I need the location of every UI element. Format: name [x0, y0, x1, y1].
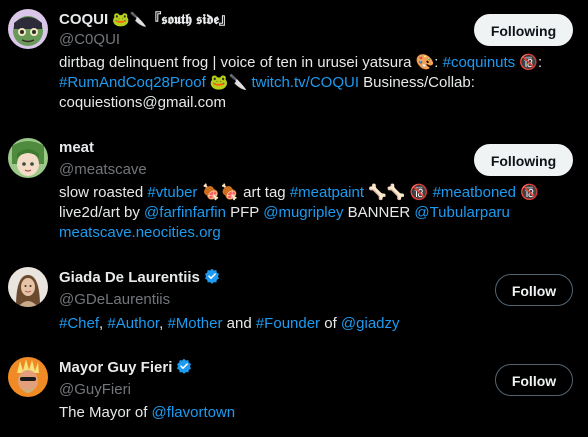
hashtag-link[interactable]: #Author [107, 315, 159, 332]
mention-link[interactable]: @farfinfarfin [144, 204, 226, 221]
hashtag-link[interactable]: #Mother [167, 315, 222, 332]
bio-text: 🐸🔪 [205, 74, 252, 91]
bio-text: BANNER [343, 204, 415, 221]
user-handle[interactable]: @C0QUI [59, 30, 120, 50]
bio-text: dirtbag delinquent frog | voice of ten i… [59, 54, 443, 71]
following-button[interactable]: Following [474, 144, 573, 176]
verified-badge-icon [204, 268, 219, 284]
bio-text: 🦴🦴 🔞 [364, 184, 433, 201]
hashtag-link[interactable]: #coquinuts [443, 54, 516, 71]
bio-text: and [222, 315, 256, 332]
avatar[interactable] [8, 9, 48, 49]
bio-text: of [320, 315, 341, 332]
user-cell[interactable]: COQUI 🐸🔪『𝖘𝖔𝖚𝖙𝖍 𝖘𝖎𝖉𝖊』 @C0QUI Following di… [0, 0, 588, 130]
user-bio: The Mayor of @flavortown [59, 403, 574, 423]
display-name[interactable]: COQUI 🐸🔪『𝖘𝖔𝖚𝖙𝖍 𝖘𝖎𝖉𝖊』 [59, 9, 233, 30]
url-link[interactable]: meatscave.neocities.org [59, 224, 221, 241]
user-cell[interactable]: Giada De Laurentiis @GDeLaurentiis Follo… [0, 255, 588, 345]
follow-button[interactable]: Follow [495, 364, 573, 396]
mention-link[interactable]: @flavortown [152, 404, 236, 421]
user-handle[interactable]: @GuyFieri [59, 380, 131, 400]
bio-text: slow roasted [59, 184, 148, 201]
user-bio: dirtbag delinquent frog | voice of ten i… [59, 53, 574, 113]
user-handle[interactable]: @GDeLaurentiis [59, 290, 170, 310]
hashtag-link[interactable]: #RumAndCoq28Proof [59, 74, 206, 91]
hashtag-link[interactable]: #vtuber [147, 184, 197, 201]
url-link[interactable]: twitch.tv/COQUI [251, 74, 359, 91]
bio-text: The Mayor of [59, 404, 152, 421]
display-name-suffix: 🐸🔪『𝖘𝖔𝖚𝖙𝖍 𝖘𝖎𝖉𝖊』 [112, 11, 233, 27]
following-button[interactable]: Following [474, 14, 573, 46]
verified-badge-icon [177, 358, 192, 374]
user-bio: #Chef, #Author, #Mother and #Founder of … [59, 314, 574, 334]
user-cell[interactable]: Mayor Guy Fieri @GuyFieri Follow The May… [0, 345, 588, 437]
avatar[interactable] [8, 138, 48, 178]
display-name-text: Mayor Guy Fieri [59, 359, 173, 376]
avatar[interactable] [8, 357, 48, 397]
avatar[interactable] [8, 267, 48, 307]
user-handle[interactable]: @meatscave [59, 160, 147, 180]
display-name[interactable]: Mayor Guy Fieri [59, 358, 192, 378]
display-name[interactable]: meat [59, 138, 94, 158]
display-name-text: COQUI [59, 11, 109, 28]
display-name[interactable]: Giada De Laurentiis [59, 268, 220, 288]
user-cell[interactable]: meat @meatscave Following slow roasted #… [0, 130, 588, 245]
bio-text: PFP [225, 204, 264, 221]
user-bio: slow roasted #vtuber 🍖🍖 art tag #meatpai… [59, 183, 574, 243]
mention-link[interactable]: @giadzy [341, 315, 400, 332]
hashtag-link[interactable]: #meatboned [433, 184, 516, 201]
mention-link[interactable]: @mugripley [263, 204, 343, 221]
display-name-text: Giada De Laurentiis [59, 269, 200, 286]
hashtag-link[interactable]: #Chef [59, 315, 99, 332]
bio-text: 🔞: [515, 54, 543, 71]
hashtag-link[interactable]: #meatpaint [290, 184, 364, 201]
mention-link[interactable]: @Tubularparu [414, 204, 510, 221]
bio-text: 🍖🍖 art tag [197, 184, 290, 201]
follow-button[interactable]: Follow [495, 274, 573, 306]
hashtag-link[interactable]: #Founder [256, 315, 320, 332]
